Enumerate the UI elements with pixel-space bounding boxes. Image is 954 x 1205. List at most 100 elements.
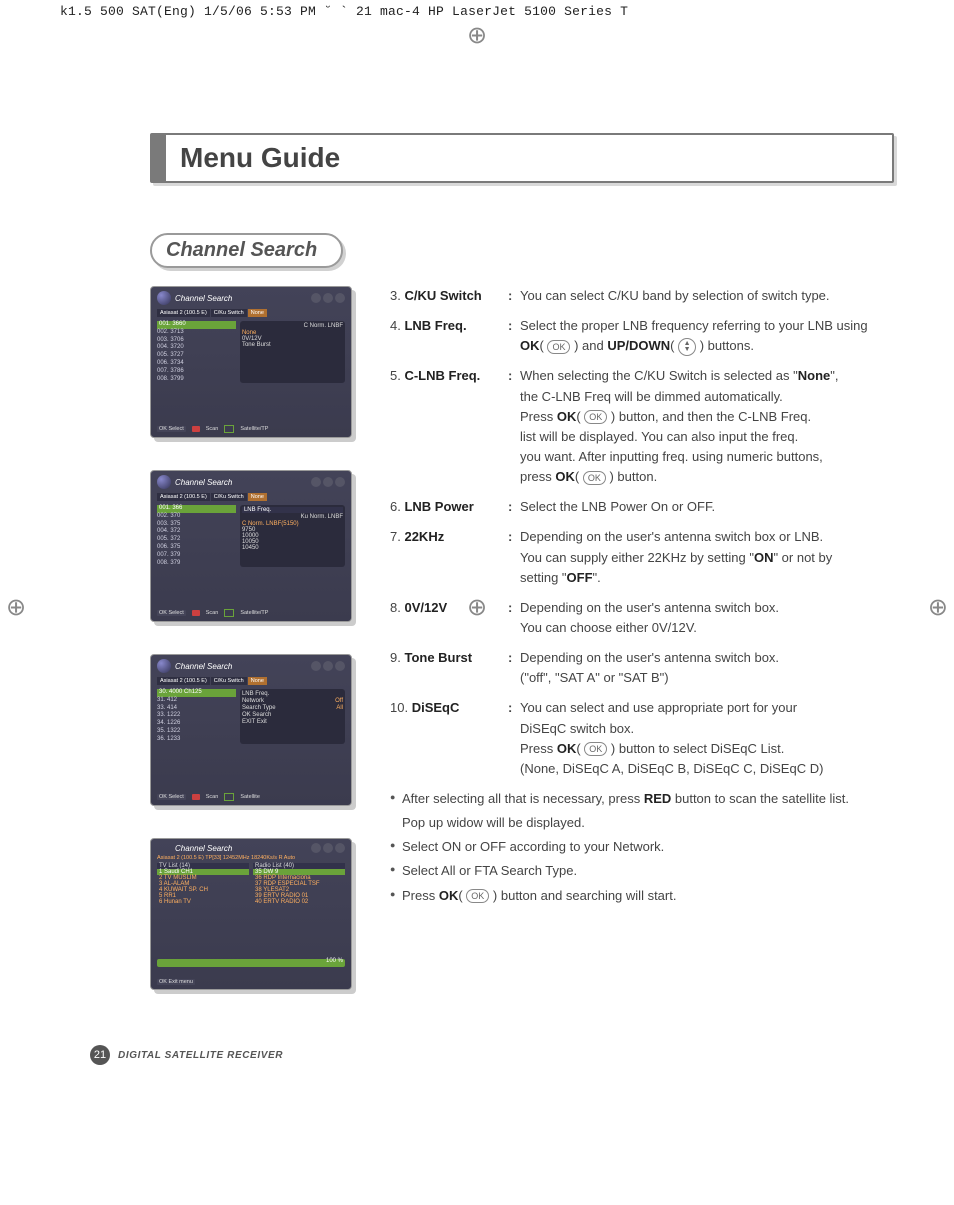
instruction-description: Depending on the user's antenna switch b… xyxy=(520,527,894,587)
screenshot-search-popup: Channel Search Asiasat 2 (100.5 E) C/Ku … xyxy=(150,654,352,806)
weather-icon xyxy=(311,477,321,487)
instruction-description: Depending on the user's antenna switch b… xyxy=(520,598,894,638)
ok-button-icon: OK xyxy=(466,889,489,903)
instruction-item: 8. 0V/12V:Depending on the user's antenn… xyxy=(390,598,894,638)
screenshot-list-row: 006. 375 xyxy=(157,544,236,552)
blue-button-icon xyxy=(224,425,234,433)
screenshot-list-row: 31. 412 xyxy=(157,697,236,705)
screenshot-list-row: 008. 379 xyxy=(157,560,236,568)
ok-button-icon: OK xyxy=(583,471,606,485)
up-down-button-icon: ▲▼ xyxy=(678,338,696,356)
instruction-description: When selecting the C/KU Switch is select… xyxy=(520,366,894,487)
title-bar: Menu Guide xyxy=(150,133,894,183)
colon: : xyxy=(508,598,520,618)
screenshot-scan-results: Channel Search Asiasat 2 (100.5 E) TP[33… xyxy=(150,838,352,990)
screenshot-footer-hint: Satellite xyxy=(240,794,260,800)
colon: : xyxy=(508,527,520,547)
screenshot-list-row: 003. 3706 xyxy=(157,337,236,345)
bullet-item: Select ON or OFF according to your Netwo… xyxy=(390,837,894,857)
instruction-description: You can select C/KU band by selection of… xyxy=(520,286,894,306)
screenshot-selected-row: 30. 4000 Ch125 xyxy=(157,689,236,697)
bullet-item: Press OK( OK ) button and searching will… xyxy=(390,886,894,906)
screenshot-panel-row: Search TypeAll xyxy=(242,705,343,711)
red-button-icon xyxy=(192,426,200,432)
screenshot-list-row: 007. 379 xyxy=(157,552,236,560)
screenshot-list-row: 006. 3734 xyxy=(157,360,236,368)
screenshot-sat-name: Asiasat 2 (100.5 E) xyxy=(157,493,210,501)
registration-mark-icon: ⊕ xyxy=(928,593,948,622)
screenshot-lnb-freq: Channel Search Asiasat 2 (100.5 E) C/Ku … xyxy=(150,470,352,622)
screenshot-sat-name: Asiasat 2 (100.5 E) xyxy=(157,677,210,685)
weather-icon xyxy=(323,477,333,487)
colon: : xyxy=(508,497,520,517)
instruction-item: 6. LNB Power:Select the LNB Power On or … xyxy=(390,497,894,517)
screenshot-footer-hint: OK Select xyxy=(157,426,186,432)
weather-icon xyxy=(311,293,321,303)
instruction-label: 6. LNB Power xyxy=(390,497,508,517)
screenshot-list-row: 007. 3786 xyxy=(157,368,236,376)
screenshot-title: Channel Search xyxy=(171,478,311,487)
progress-percent: 100 % xyxy=(326,958,343,964)
weather-icon xyxy=(335,661,345,671)
screenshot-title: Channel Search xyxy=(171,844,311,853)
instruction-label: 8. 0V/12V xyxy=(390,598,508,618)
screenshot-panel-title: LNB Freq. xyxy=(242,507,343,513)
screenshot-tab: C/Ku Switch xyxy=(211,677,247,685)
weather-icon xyxy=(323,293,333,303)
ok-button-icon: OK xyxy=(584,742,607,756)
colon: : xyxy=(508,286,520,306)
screenshot-list-row: 002. 3713 xyxy=(157,329,236,337)
page-title: Menu Guide xyxy=(166,135,892,181)
screenshot-list-row: 33. 1222 xyxy=(157,712,236,720)
screenshot-list-row: 001. 366 xyxy=(157,505,236,513)
screenshot-footer-hint: Satellite/TP xyxy=(240,426,268,432)
colon: : xyxy=(508,316,520,336)
title-bar-spine xyxy=(152,135,166,181)
ok-button-icon: OK xyxy=(547,340,570,354)
footer-product-name: DIGITAL SATELLITE RECEIVER xyxy=(118,1050,283,1061)
blue-button-icon xyxy=(224,793,234,801)
screenshot-footer-hint: Satellite/TP xyxy=(240,610,268,616)
screenshot-tab: C/Ku Switch xyxy=(211,309,247,317)
instruction-description: Select the proper LNB frequency referrin… xyxy=(520,316,894,356)
screenshot-panel-row: NetworkOff xyxy=(242,698,343,704)
screenshot-panel-row: 10450 xyxy=(242,545,343,551)
screenshot-footer-hint: OK Exit menu xyxy=(157,979,195,985)
bullet-list: After selecting all that is necessary, p… xyxy=(390,789,894,906)
instruction-item: 3. C/KU Switch:You can select C/KU band … xyxy=(390,286,894,306)
weather-icon xyxy=(311,661,321,671)
weather-icon xyxy=(311,843,321,853)
instruction-item: 7. 22KHz:Depending on the user's antenna… xyxy=(390,527,894,587)
screenshot-list-row: 003. 375 xyxy=(157,521,236,529)
screenshot-list-row: 002. 370 xyxy=(157,513,236,521)
weather-icon xyxy=(323,843,333,853)
screenshot-corner: Ku Norm. LNBF xyxy=(242,514,343,520)
screenshot-cku-switch: Channel Search Asiasat 2 (100.5 E) C/Ku … xyxy=(150,286,352,438)
screenshot-footer-hint: Scan xyxy=(206,794,219,800)
screenshot-panel-row: Tone Burst xyxy=(242,342,343,348)
ok-button-icon: OK xyxy=(584,410,607,424)
screenshot-logo-icon xyxy=(157,659,171,673)
screenshot-footer-hint: OK Select xyxy=(157,794,186,800)
screenshot-tab-value: None xyxy=(248,493,267,501)
screenshot-result-row: 40 ERTV RADIO 02 xyxy=(253,899,345,905)
weather-icon xyxy=(335,843,345,853)
screenshot-list-row: 005. 372 xyxy=(157,536,236,544)
screenshot-list-row: 001. 3660 xyxy=(157,321,236,329)
red-button-icon xyxy=(192,794,200,800)
registration-mark-icon: ⊕ xyxy=(467,21,487,50)
bullet-item: After selecting all that is necessary, p… xyxy=(390,789,894,809)
screenshot-footer-hint: OK Select xyxy=(157,610,186,616)
screenshot-logo-icon xyxy=(157,475,171,489)
weather-icon xyxy=(323,661,333,671)
screenshot-list-row: 004. 372 xyxy=(157,528,236,536)
instruction-description: You can select and use appropriate port … xyxy=(520,698,894,779)
screenshot-corner: C Norm. LNBF xyxy=(242,323,343,329)
screenshots-column: Channel Search Asiasat 2 (100.5 E) C/Ku … xyxy=(150,286,360,1022)
screenshot-panel-row: LNB Freq. xyxy=(242,691,343,697)
instruction-label: 3. C/KU Switch xyxy=(390,286,508,306)
instruction-item: 4. LNB Freq.:Select the proper LNB frequ… xyxy=(390,316,894,356)
colon: : xyxy=(508,698,520,718)
progress-bar: 100 % xyxy=(157,959,345,967)
screenshot-title: Channel Search xyxy=(171,294,311,303)
